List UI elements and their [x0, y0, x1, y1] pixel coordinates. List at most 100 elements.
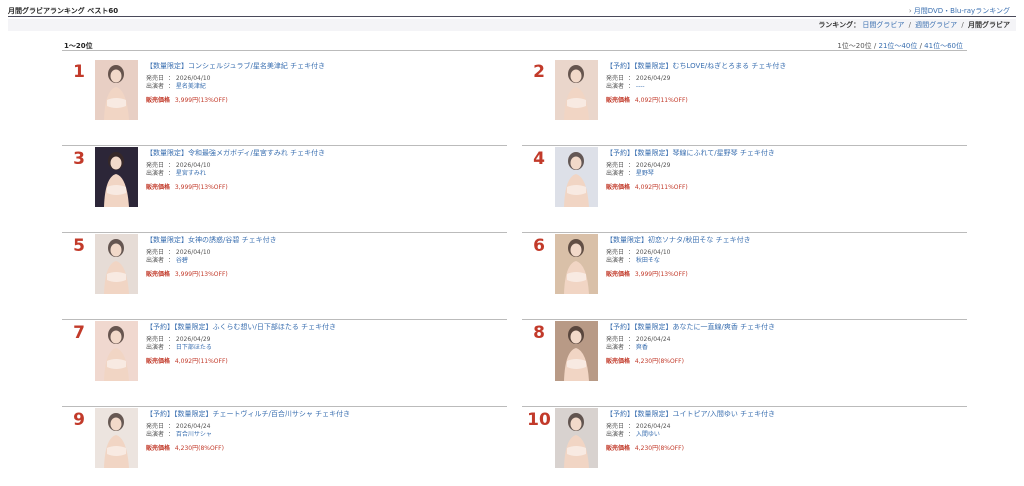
- price-label: 販売価格: [606, 445, 631, 452]
- ranking-item: 4 【予約】【数量限定】琴線にふれて/星野琴 チェキ付き 発売日： 2026/0…: [522, 145, 967, 233]
- performer-row: 出演者： 入間ゆい: [606, 431, 660, 438]
- price-value: 3,999円(13%OFF): [174, 97, 228, 104]
- performer-label: 出演者: [606, 257, 625, 264]
- performer-row: 出演者： ----: [606, 83, 645, 90]
- product-image-icon: [555, 408, 598, 468]
- performer-label: 出演者: [146, 431, 165, 438]
- product-image-icon: [95, 234, 138, 294]
- price-label: 販売価格: [146, 445, 171, 452]
- product-title-link[interactable]: 【予約】【数量限定】あなたに一直線/爽香 チェキ付き: [606, 322, 775, 332]
- pagination-link-41-60[interactable]: 41位〜60位: [924, 42, 963, 50]
- product-thumbnail[interactable]: [95, 234, 138, 294]
- rank-number: 8: [533, 323, 545, 343]
- product-image-icon: [555, 234, 598, 294]
- performer-row: 出演者： 星宮すみれ: [146, 170, 206, 177]
- rank-number: 3: [73, 149, 85, 169]
- product-image-icon: [95, 408, 138, 468]
- performer-link[interactable]: 谷碧: [176, 257, 188, 264]
- ranking-nav: ランキング： 日間グラビア / 週間グラビア / 月間グラビア: [8, 19, 1016, 31]
- performer-link[interactable]: 秋田そな: [636, 257, 660, 264]
- product-image-icon: [95, 321, 138, 381]
- price-row: 販売価格 3,999円(13%OFF): [146, 182, 228, 191]
- performer-link[interactable]: 爽香: [636, 344, 648, 351]
- price-row: 販売価格 3,999円(13%OFF): [146, 95, 228, 104]
- performer-link[interactable]: 星野琴: [636, 170, 654, 177]
- performer-label: 出演者: [606, 431, 625, 438]
- price-row: 販売価格 4,092円(11%OFF): [606, 95, 688, 104]
- price-value: 4,230円(8%OFF): [174, 445, 224, 452]
- performer-link[interactable]: 百合川サシャ: [176, 431, 212, 438]
- dvd-ranking-link[interactable]: › 月間DVD・Blu-rayランキング: [909, 6, 1010, 16]
- price-value: 4,092円(11%OFF): [634, 184, 688, 191]
- product-thumbnail[interactable]: [95, 321, 138, 381]
- price-row: 販売価格 4,092円(11%OFF): [606, 182, 688, 191]
- product-thumbnail[interactable]: [555, 408, 598, 468]
- product-image-icon: [95, 60, 138, 120]
- performer-label: 出演者: [146, 83, 165, 90]
- ranking-item: 1 【数量限定】コンシェルジュラブ/星名美津紀 チェキ付き 発売日： 2026/…: [62, 58, 507, 146]
- performer-row: 出演者： 星名美津紀: [146, 83, 206, 90]
- performer-link[interactable]: 入間ゆい: [636, 431, 660, 438]
- page-header: 月間グラビアランキング ベスト60 › 月間DVD・Blu-rayランキング: [8, 0, 1016, 17]
- performer-link[interactable]: ----: [636, 83, 645, 90]
- product-title-link[interactable]: 【数量限定】令和最強メガボディ/星宮すみれ チェキ付き: [146, 148, 325, 158]
- rank-number: 5: [73, 236, 85, 256]
- product-title-link[interactable]: 【数量限定】女神の誘惑/谷碧 チェキ付き: [146, 235, 277, 245]
- price-value: 4,230円(8%OFF): [634, 358, 684, 365]
- product-thumbnail[interactable]: [95, 60, 138, 120]
- performer-row: 出演者： 谷碧: [146, 257, 188, 264]
- product-thumbnail[interactable]: [555, 234, 598, 294]
- price-value: 3,999円(13%OFF): [634, 271, 688, 278]
- performer-link[interactable]: 日下部ほたる: [176, 344, 212, 351]
- performer-label: 出演者: [146, 170, 165, 177]
- pagination-current: 1位〜20位: [837, 42, 872, 50]
- daily-ranking-link[interactable]: 日間グラビア: [862, 21, 904, 29]
- product-title-link[interactable]: 【数量限定】コンシェルジュラブ/星名美津紀 チェキ付き: [146, 61, 325, 71]
- product-title-link[interactable]: 【予約】【数量限定】チェートヴィルチ/百合川サシャ チェキ付き: [146, 409, 350, 419]
- performer-label: 出演者: [606, 170, 625, 177]
- ranking-item: 9 【予約】【数量限定】チェートヴィルチ/百合川サシャ チェキ付き 発売日： 2…: [62, 406, 507, 486]
- performer-label: 出演者: [146, 344, 165, 351]
- ranking-item: 8 【予約】【数量限定】あなたに一直線/爽香 チェキ付き 発売日： 2026/0…: [522, 319, 967, 407]
- pagination: 1位〜20位 / 21位〜40位 / 41位〜60位: [837, 41, 963, 51]
- performer-label: 出演者: [606, 83, 625, 90]
- ranking-item: 2 【予約】【数量限定】むちLOVE/ねぎとろまる チェキ付き 発売日： 202…: [522, 58, 967, 146]
- price-label: 販売価格: [146, 97, 171, 104]
- product-title-link[interactable]: 【数量限定】初恋ソナタ/秋田そな チェキ付き: [606, 235, 751, 245]
- product-thumbnail[interactable]: [95, 408, 138, 468]
- performer-label: 出演者: [146, 257, 165, 264]
- price-label: 販売価格: [606, 271, 631, 278]
- price-label: 販売価格: [606, 97, 631, 104]
- product-thumbnail[interactable]: [555, 60, 598, 120]
- performer-link[interactable]: 星宮すみれ: [176, 170, 206, 177]
- price-label: 販売価格: [146, 271, 171, 278]
- product-thumbnail[interactable]: [555, 147, 598, 207]
- rank-number: 6: [533, 236, 545, 256]
- product-thumbnail[interactable]: [95, 147, 138, 207]
- ranking-item: 5 【数量限定】女神の誘惑/谷碧 チェキ付き 発売日： 2026/04/10 出…: [62, 232, 507, 320]
- price-row: 販売価格 3,999円(13%OFF): [146, 269, 228, 278]
- product-title-link[interactable]: 【予約】【数量限定】ふくらむ想い/日下部ほたる チェキ付き: [146, 322, 336, 332]
- price-value: 4,092円(11%OFF): [634, 97, 688, 104]
- pagination-separator: /: [919, 42, 922, 50]
- product-title-link[interactable]: 【予約】【数量限定】ユイトピア/入間ゆい チェキ付き: [606, 409, 775, 419]
- product-image-icon: [555, 60, 598, 120]
- performer-row: 出演者： 秋田そな: [606, 257, 660, 264]
- pagination-link-21-40[interactable]: 21位〜40位: [879, 42, 918, 50]
- monthly-ranking-current: 月間グラビア: [968, 21, 1010, 29]
- product-thumbnail[interactable]: [555, 321, 598, 381]
- performer-link[interactable]: 星名美津紀: [176, 83, 206, 90]
- ranking-item: 7 【予約】【数量限定】ふくらむ想い/日下部ほたる チェキ付き 発売日： 202…: [62, 319, 507, 407]
- product-title-link[interactable]: 【予約】【数量限定】むちLOVE/ねぎとろまる チェキ付き: [606, 61, 786, 71]
- price-value: 3,999円(13%OFF): [174, 184, 228, 191]
- ranking-item: 3 【数量限定】令和最強メガボディ/星宮すみれ チェキ付き 発売日： 2026/…: [62, 145, 507, 233]
- product-title-link[interactable]: 【予約】【数量限定】琴線にふれて/星野琴 チェキ付き: [606, 148, 775, 158]
- current-range-label: 1〜20位: [64, 42, 93, 50]
- rank-number: 1: [73, 62, 85, 82]
- range-bar: 1〜20位 1位〜20位 / 21位〜40位 / 41位〜60位: [62, 40, 967, 51]
- price-row: 販売価格 4,230円(8%OFF): [606, 356, 684, 365]
- price-value: 4,092円(11%OFF): [174, 358, 228, 365]
- weekly-ranking-link[interactable]: 週間グラビア: [915, 21, 957, 29]
- dvd-ranking-link-label: 月間DVD・Blu-rayランキング: [913, 7, 1010, 15]
- rank-number: 9: [73, 410, 85, 430]
